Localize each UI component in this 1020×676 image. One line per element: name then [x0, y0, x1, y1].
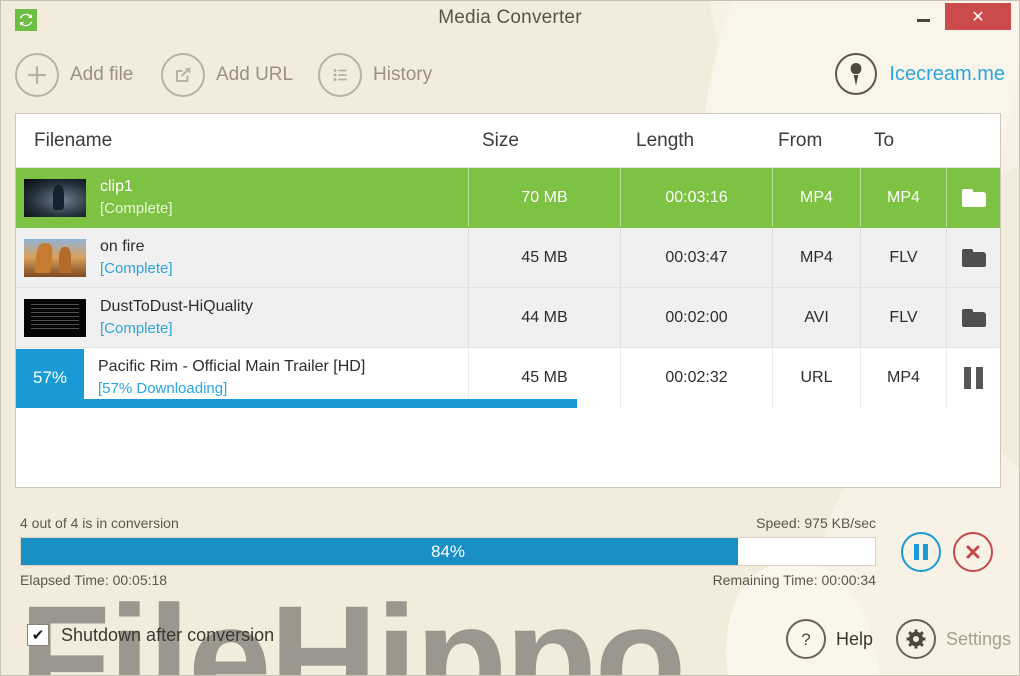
- close-icon: [966, 545, 980, 559]
- column-header-filename[interactable]: Filename: [16, 130, 468, 152]
- gear-circle-icon: [895, 619, 936, 659]
- close-button[interactable]: ✕: [945, 3, 1011, 30]
- open-folder-button[interactable]: [946, 168, 1000, 227]
- file-to-cell: FLV: [860, 288, 946, 347]
- pause-download-button[interactable]: [946, 348, 1000, 408]
- footer-bar: ✔ Shutdown after conversion ? Help Setti…: [1, 606, 1019, 675]
- file-to-cell: MP4: [860, 168, 946, 227]
- elapsed-time-label: Elapsed Time: 00:05:18: [20, 572, 168, 588]
- history-button[interactable]: History: [318, 53, 432, 97]
- title-bar: Media Converter ✕: [1, 1, 1019, 35]
- column-header-size[interactable]: Size: [468, 130, 620, 152]
- folder-icon: [961, 248, 986, 267]
- file-to-cell: FLV: [860, 228, 946, 287]
- file-to-cell: MP4: [860, 348, 946, 408]
- file-name-label: Pacific Rim - Official Main Trailer [HD]: [98, 358, 366, 376]
- settings-button[interactable]: Settings: [895, 619, 1011, 659]
- table-row[interactable]: 57% Pacific Rim - Official Main Trailer …: [16, 348, 1000, 408]
- file-size-cell: 45 MB: [468, 228, 620, 287]
- file-state-label: [Complete]: [100, 259, 173, 277]
- application-window: Media Converter ✕ Add file Add URL Histo…: [0, 0, 1020, 676]
- table-row[interactable]: clip1 [Complete] 70 MB 00:03:16 MP4 MP4: [16, 168, 1000, 228]
- video-thumbnail: [24, 298, 86, 337]
- add-file-label: Add file: [70, 64, 134, 85]
- list-circle-icon: [318, 53, 362, 97]
- icecream-cone-icon: [835, 53, 878, 95]
- file-from-cell: MP4: [772, 168, 860, 227]
- file-name-cell: on fire [Complete]: [16, 228, 468, 287]
- file-name-cell: DustToDust-HiQuality [Complete]: [16, 288, 468, 347]
- file-list-panel: Filename Size Length From To clip1 [Comp…: [15, 113, 1001, 488]
- file-list-header: Filename Size Length From To: [16, 114, 1000, 168]
- question-circle-icon: ?: [785, 619, 826, 659]
- toolbar: Add file Add URL History Icecream.me: [1, 43, 1019, 109]
- checkbox-check-icon: ✔: [27, 624, 49, 646]
- file-from-cell: AVI: [772, 288, 860, 347]
- video-thumbnail: [24, 238, 86, 277]
- overall-progress-bar: 84%: [20, 537, 876, 566]
- shutdown-after-conversion-label: Shutdown after conversion: [61, 624, 275, 645]
- minimize-button[interactable]: [906, 9, 940, 31]
- file-state-label: [57% Downloading]: [98, 380, 228, 397]
- help-label: Help: [835, 628, 873, 649]
- folder-icon: [961, 188, 986, 207]
- add-url-label: Add URL: [216, 64, 294, 85]
- video-thumbnail: [24, 178, 86, 217]
- column-header-from[interactable]: From: [772, 130, 860, 152]
- remaining-time-label: Remaining Time: 00:00:34: [712, 572, 876, 588]
- file-size-cell: 44 MB: [468, 288, 620, 347]
- file-from-cell: MP4: [772, 228, 860, 287]
- history-label: History: [373, 64, 433, 85]
- settings-label: Settings: [945, 628, 1011, 649]
- file-state-label: [Complete]: [100, 199, 173, 217]
- folder-icon: [961, 308, 986, 327]
- add-file-button[interactable]: Add file: [15, 53, 133, 97]
- svg-text:?: ?: [801, 630, 810, 649]
- icecream-brand-label: Icecream.me: [889, 62, 1005, 85]
- column-header-length[interactable]: Length: [620, 130, 772, 152]
- file-name-label: DustToDust-HiQuality: [100, 297, 253, 315]
- file-from-cell: URL: [772, 348, 860, 408]
- stop-all-button[interactable]: [953, 532, 993, 572]
- column-header-to[interactable]: To: [860, 130, 946, 152]
- window-title: Media Converter: [438, 7, 582, 28]
- file-length-cell: 00:03:47: [620, 228, 772, 287]
- open-folder-button[interactable]: [946, 228, 1000, 287]
- conversion-count-label: 4 out of 4 is in conversion: [20, 515, 179, 531]
- table-row[interactable]: DustToDust-HiQuality [Complete] 44 MB 00…: [16, 288, 1000, 348]
- file-name-label: on fire: [100, 237, 145, 255]
- add-url-button[interactable]: Add URL: [161, 53, 293, 97]
- pause-all-button[interactable]: [901, 532, 941, 572]
- file-size-cell: 70 MB: [468, 168, 620, 227]
- plus-circle-icon: [15, 53, 59, 97]
- row-progress-bar: [16, 399, 577, 408]
- pause-icon: [964, 367, 983, 389]
- file-name-cell: clip1 [Complete]: [16, 168, 468, 227]
- file-state-label: [Complete]: [100, 319, 173, 337]
- file-name-label: clip1: [100, 177, 133, 195]
- table-row[interactable]: on fire [Complete] 45 MB 00:03:47 MP4 FL…: [16, 228, 1000, 288]
- speed-label: Speed: 975 KB/sec: [756, 515, 876, 531]
- file-length-cell: 00:02:32: [620, 348, 772, 408]
- open-folder-button[interactable]: [946, 288, 1000, 347]
- file-length-cell: 00:03:16: [620, 168, 772, 227]
- shutdown-after-conversion-checkbox[interactable]: ✔ Shutdown after conversion: [27, 624, 274, 646]
- file-length-cell: 00:02:00: [620, 288, 772, 347]
- icecream-brand-link[interactable]: Icecream.me: [835, 53, 1005, 95]
- share-circle-icon: [161, 53, 205, 97]
- help-button[interactable]: ? Help: [785, 619, 873, 659]
- status-area: 4 out of 4 is in conversion Speed: 975 K…: [15, 506, 1001, 598]
- overall-progress-label: 84%: [430, 541, 466, 561]
